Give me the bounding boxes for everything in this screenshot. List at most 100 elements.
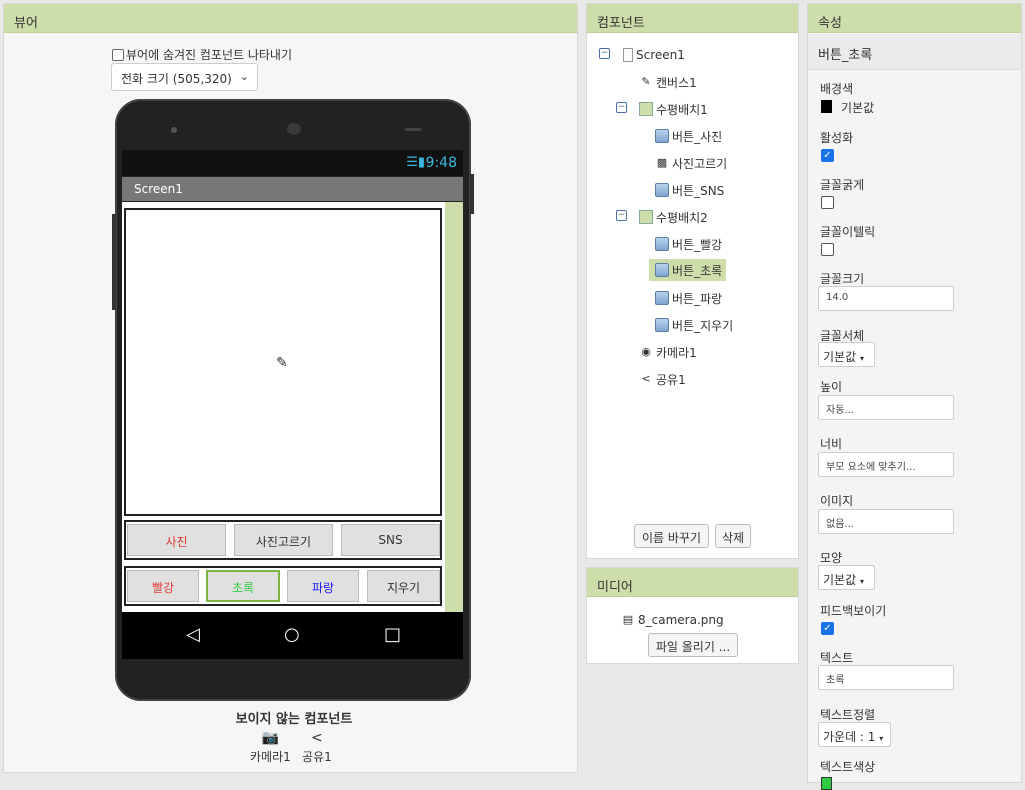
green-button[interactable]: 초록 [206,570,280,602]
italic-checkbox[interactable] [821,243,834,256]
tree-item-label: 버튼_초록 [672,263,723,278]
font-size-input[interactable]: 14.0 [818,286,954,311]
collapse-icon[interactable]: − [616,210,627,221]
text-color-swatch[interactable] [821,777,832,790]
screen-icon [623,48,633,62]
viewer-panel: 뷰어 뷰어에 숨겨진 컴포넌트 나타내기 전화 크기 (505,320) ⌄ ☰… [3,3,578,773]
screen-scroll-area [445,202,463,612]
tree-item-label: 버튼_사진 [672,129,723,144]
blue-button[interactable]: 파랑 [287,570,359,602]
tree-item-label: Screen1 [636,48,685,62]
delete-button[interactable]: 삭제 [715,524,751,548]
image-picker-button[interactable]: 사진고르기 [234,524,333,556]
components-title: 컴포넌트 [587,4,798,33]
button-icon [655,237,669,251]
height-input[interactable]: 자동... [818,395,954,420]
width-input[interactable]: 부모 요소에 맞추기... [818,452,954,477]
properties-component-name: 버튼_초록 [808,34,1021,70]
viewer-title: 뷰어 [4,4,577,33]
tree-item-share1[interactable]: < 공유1 [639,368,690,390]
components-panel: 컴포넌트 − Screen1 ✎ 캔버스1 − 수평배치1 버튼_사진 ▩ 사진… [586,3,799,559]
bg-color-swatch[interactable] [821,100,832,113]
bg-color-label: 배경색 [820,82,854,96]
upload-file-button[interactable]: 파일 올리기 ... [648,633,738,657]
bold-checkbox[interactable] [821,196,834,209]
tree-item-btn-clear[interactable]: 버튼_지우기 [655,314,737,336]
invisible-components-title: 보이지 않는 컴포넌트 [235,712,353,727]
tree-item-btn-red[interactable]: 버튼_빨강 [655,233,726,255]
caret-down-icon: ▾ [859,577,864,586]
image-input[interactable]: 없음... [818,509,954,534]
height-label: 높이 [820,380,843,394]
text-align-select[interactable]: 가운데 : 1 ▾ [818,722,891,747]
tree-item-btn-green[interactable]: 버튼_초록 [649,259,727,281]
invisible-camera-label: 카메라1 [250,750,291,764]
bold-label: 글꼴굵게 [820,178,865,192]
tree-item-btn-photo[interactable]: 버튼_사진 [655,125,726,147]
canvas-icon: ✎ [641,75,651,88]
bg-color-value[interactable]: 기본값 [841,99,874,116]
image-picker-label: 사진고르기 [255,535,312,549]
tree-item-label: 버튼_파랑 [672,291,723,306]
button-icon [655,318,669,332]
blue-button-label: 파랑 [311,581,335,595]
tree-item-harr1[interactable]: 수평배치1 [639,98,712,120]
show-hidden-checkbox[interactable]: 뷰어에 숨겨진 컴포넌트 나타내기 [112,46,292,63]
tree-item-harr2[interactable]: 수평배치2 [639,206,712,228]
horizontal-arrangement-icon [639,210,653,224]
invisible-camera[interactable]: 📷 카메라1 [250,730,291,765]
collapse-icon[interactable]: − [616,102,627,113]
share-icon: < [310,730,323,746]
show-hidden-label: 뷰어에 숨겨진 컴포넌트 나타내기 [126,48,293,62]
tree-item-canvas1[interactable]: ✎ 캔버스1 [639,71,701,93]
tree-item-label: 수평배치1 [656,102,708,117]
shape-select[interactable]: 기본값 ▾ [818,565,875,590]
camera-icon: ◉ [641,345,651,358]
sns-button[interactable]: SNS [341,524,440,556]
feedback-label: 피드백보이기 [820,604,887,618]
text-align-label: 텍스트정렬 [820,708,876,722]
clear-button-label: 지우기 [386,581,421,595]
tree-item-screen1[interactable]: Screen1 [623,44,689,66]
image-file-icon: ▤ [622,613,634,626]
italic-label: 글꼴이텔릭 [820,225,876,239]
rename-button[interactable]: 이름 바꾸기 [634,524,709,548]
media-file-item[interactable]: ▤ 8_camera.png [621,609,728,631]
width-label: 너비 [820,437,843,451]
font-size-label: 글꼴크기 [820,272,865,286]
phone-status-bar: ☰▮ 9:48 [122,150,463,176]
tree-item-btn-blue[interactable]: 버튼_파랑 [655,287,726,309]
canvas-component[interactable]: ✎ [124,208,442,516]
tree-item-image-picker[interactable]: ▩ 사진고르기 [655,152,731,174]
clear-button[interactable]: 지우기 [367,570,440,602]
tree-item-label: 버튼_빨강 [672,237,723,252]
typeface-select[interactable]: 기본값 ▾ [818,342,875,367]
media-file-label: 8_camera.png [638,613,724,627]
feedback-checkbox[interactable]: ✓ [821,622,834,635]
green-button-label: 초록 [231,581,255,595]
media-panel: 미디어 ▤ 8_camera.png 파일 올리기 ... [586,567,799,664]
recents-icon: □ [384,624,402,645]
horizontal-arrangement-2[interactable]: 빨강 초록 파랑 지우기 [124,566,442,606]
text-input[interactable]: 초록 [818,665,954,690]
red-button[interactable]: 빨강 [127,570,199,602]
photo-button[interactable]: 사진 [127,524,226,556]
enabled-checkbox[interactable]: ✓ [821,149,834,162]
tree-item-label: 버튼_지우기 [672,318,734,333]
screen-size-select[interactable]: 전화 크기 (505,320) ⌄ [111,63,258,91]
collapse-icon[interactable]: − [599,48,610,59]
typeface-value: 기본값 [823,350,857,364]
horizontal-arrangement-1[interactable]: 사진 사진고르기 SNS [124,520,442,560]
back-icon: ◁ [186,624,200,645]
canvas-icon: ✎ [276,355,288,371]
checkbox-box[interactable] [112,48,124,61]
invisible-share[interactable]: < 공유1 [302,730,332,765]
sensor-icon [405,128,421,131]
tree-item-camera1[interactable]: ◉ 카메라1 [639,341,701,363]
image-label: 이미지 [820,494,854,508]
home-icon: ○ [284,624,300,645]
phone-screen: ✎ 사진 사진고르기 SNS 빨강 초록 파랑 지우기 [122,202,463,612]
screen-size-value: 전화 크기 (505,320) [121,72,232,86]
text-align-value: 가운데 : 1 [823,730,876,744]
tree-item-btn-sns[interactable]: 버튼_SNS [655,179,728,201]
